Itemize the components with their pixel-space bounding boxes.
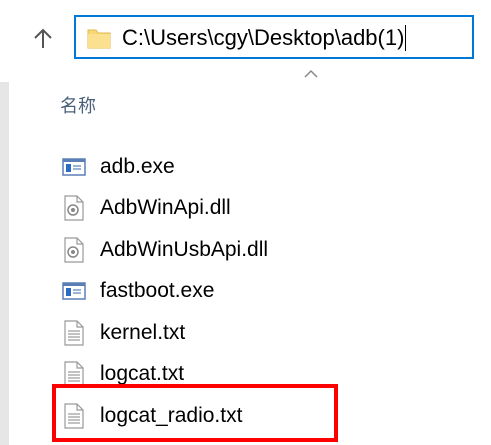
navigation-pane-edge (0, 82, 9, 445)
address-path[interactable]: C:\Users\cgy\Desktop\adb(1) (122, 25, 407, 51)
file-item-fastboot-exe[interactable]: fastboot.exe (62, 271, 268, 313)
file-name: fastboot.exe (100, 279, 215, 303)
dll-icon (64, 195, 84, 221)
file-name: kernel.txt (100, 320, 186, 344)
exe-icon (62, 282, 86, 300)
up-arrow-icon[interactable] (30, 26, 56, 52)
file-name: AdbWinApi.dll (100, 196, 231, 220)
file-name: AdbWinUsbApi.dll (100, 237, 269, 261)
dll-icon (64, 237, 84, 263)
chevron-up-icon (304, 69, 318, 78)
address-path-text: C:\Users\cgy\Desktop\adb(1) (122, 25, 405, 50)
txt-icon (64, 320, 84, 346)
folder-icon (87, 29, 111, 49)
file-item-adbwinapi-dll[interactable]: AdbWinApi.dll (62, 188, 268, 230)
highlight-annotation (52, 384, 338, 442)
exe-icon (62, 158, 86, 176)
column-header-name[interactable]: 名称 (60, 92, 96, 118)
file-name: adb.exe (100, 154, 175, 178)
file-item-adb-exe[interactable]: adb.exe (62, 146, 268, 188)
text-caret (405, 25, 407, 51)
file-item-kernel-txt[interactable]: kernel.txt (62, 312, 268, 354)
file-item-adbwinusbapi-dll[interactable]: AdbWinUsbApi.dll (62, 229, 268, 271)
file-explorer-window: C:\Users\cgy\Desktop\adb(1) 名称 adb.exe A… (0, 0, 491, 445)
address-bar[interactable]: C:\Users\cgy\Desktop\adb(1) (74, 15, 474, 59)
